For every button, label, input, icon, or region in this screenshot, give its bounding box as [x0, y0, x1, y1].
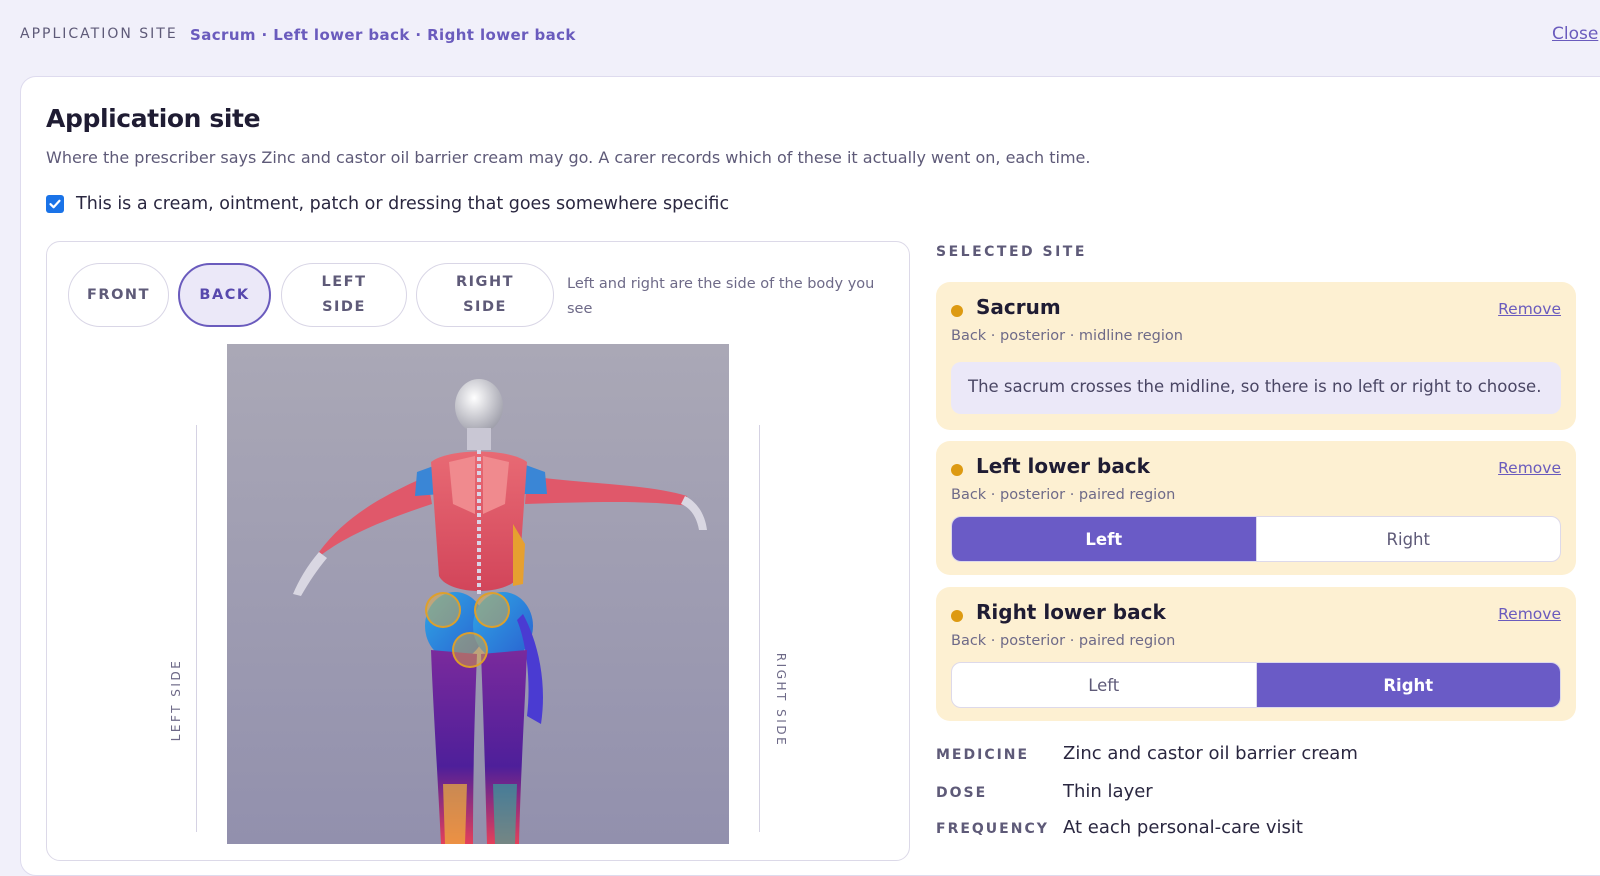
right-side-guide-line: [759, 425, 760, 832]
site-name: Sacrum: [976, 295, 1061, 319]
section-label: APPLICATION SITE: [20, 26, 178, 42]
remove-left-lower-back-link[interactable]: Remove: [1498, 459, 1561, 477]
midline-note: The sacrum crosses the midline, so there…: [951, 362, 1561, 414]
panel-subtitle: Where the prescriber says Zinc and casto…: [46, 148, 1091, 167]
site-name: Right lower back: [976, 600, 1166, 624]
hotspot-right-lower-back[interactable]: [474, 592, 510, 628]
remove-sacrum-link[interactable]: Remove: [1498, 300, 1561, 318]
frequency-label: FREQUENCY: [936, 821, 1049, 837]
site-meta: Back · posterior · paired region: [951, 487, 1176, 503]
site-name: Left lower back: [976, 454, 1150, 478]
toggle-right-option[interactable]: Right: [1255, 517, 1561, 561]
view-right-side-button[interactable]: RIGHT SIDE: [416, 263, 554, 327]
view-orientation-note: Left and right are the side of the body …: [567, 276, 875, 317]
view-back-button[interactable]: BACK: [178, 263, 271, 327]
side-toggle: Left Right: [951, 662, 1561, 708]
site-card-right-lower-back: Right lower back Back · posterior · pair…: [936, 587, 1576, 721]
page-title: Application site: [46, 104, 261, 133]
site-status-dot: [951, 464, 963, 476]
anatomy-figure-icon: [227, 344, 729, 844]
close-link[interactable]: Close: [1552, 24, 1598, 44]
medicine-value: Zinc and castor oil barrier cream: [1063, 743, 1358, 764]
check-icon: [49, 199, 61, 209]
site-card-left-lower-back: Left lower back Back · posterior · paire…: [936, 441, 1576, 575]
side-toggle: Left Right: [951, 516, 1561, 562]
breadcrumb: Sacrum · Left lower back · Right lower b…: [190, 26, 576, 44]
toggle-right-option[interactable]: Right: [1255, 663, 1560, 707]
left-side-label: LEFT SIDE: [169, 658, 183, 742]
view-front-button[interactable]: FRONT: [68, 263, 169, 327]
dose-label: DOSE: [936, 785, 988, 801]
anatomy-back-image: [227, 344, 729, 844]
site-card-sacrum: Sacrum Back · posterior · midline region…: [936, 282, 1576, 430]
specific-site-checkbox-label: This is a cream, ointment, patch or dres…: [76, 194, 730, 214]
top-bar: APPLICATION SITE Sacrum · Left lower bac…: [0, 0, 1600, 72]
frequency-value: At each personal-care visit: [1063, 817, 1303, 838]
view-left-side-button[interactable]: LEFT SIDE: [281, 263, 407, 327]
site-status-dot: [951, 610, 963, 622]
hotspot-left-lower-back[interactable]: [425, 592, 461, 628]
site-meta: Back · posterior · midline region: [951, 328, 1183, 344]
medicine-label: MEDICINE: [936, 747, 1030, 763]
specific-site-checkbox[interactable]: [46, 195, 64, 213]
toggle-left-option[interactable]: Left: [952, 663, 1256, 707]
toggle-left-option[interactable]: Left: [952, 517, 1256, 561]
dose-value: Thin layer: [1063, 781, 1153, 802]
site-meta: Back · posterior · paired region: [951, 633, 1176, 649]
hotspot-sacrum[interactable]: [452, 632, 488, 668]
right-side-label: RIGHT SIDE: [774, 652, 788, 748]
remove-right-lower-back-link[interactable]: Remove: [1498, 605, 1561, 623]
selected-site-heading: SELECTED SITE: [936, 244, 1087, 260]
site-status-dot: [951, 305, 963, 317]
specific-site-checkbox-row[interactable]: This is a cream, ointment, patch or dres…: [46, 194, 729, 214]
left-side-guide-line: [196, 425, 197, 832]
